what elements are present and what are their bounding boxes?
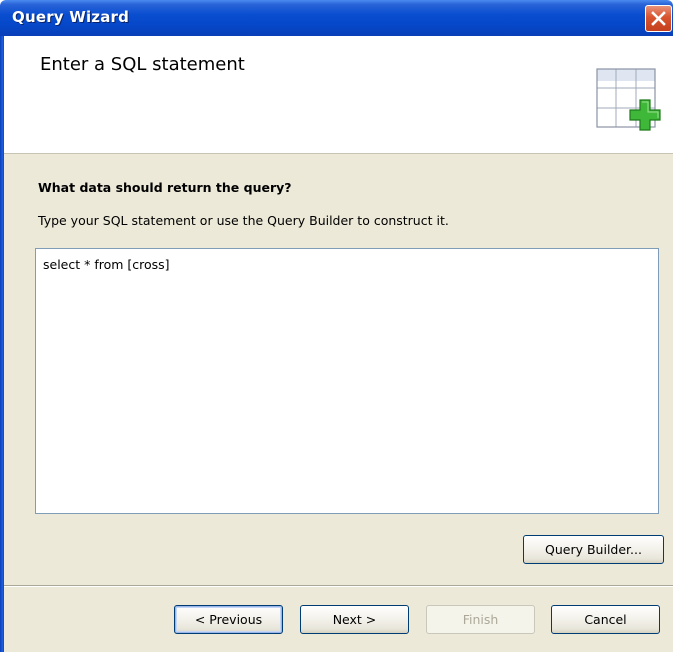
title-bar[interactable]: Query Wizard bbox=[0, 0, 673, 36]
page-title: Enter a SQL statement bbox=[40, 54, 245, 75]
sql-statement-value: select * from [cross] bbox=[43, 257, 170, 272]
sql-statement-textarea[interactable]: select * from [cross] bbox=[35, 248, 659, 514]
footer-divider bbox=[4, 585, 673, 587]
question-label: What data should return the query? bbox=[38, 180, 292, 195]
table-add-icon bbox=[596, 68, 661, 131]
previous-button[interactable]: < Previous bbox=[174, 605, 283, 634]
next-button[interactable]: Next > bbox=[300, 605, 409, 634]
window-title: Query Wizard bbox=[12, 8, 130, 26]
instruction-text: Type your SQL statement or use the Query… bbox=[38, 213, 449, 228]
close-icon bbox=[651, 11, 666, 26]
cancel-button[interactable]: Cancel bbox=[551, 605, 660, 634]
finish-button[interactable]: Finish bbox=[426, 605, 535, 634]
close-button[interactable] bbox=[645, 5, 672, 32]
query-builder-button[interactable]: Query Builder... bbox=[523, 535, 664, 564]
